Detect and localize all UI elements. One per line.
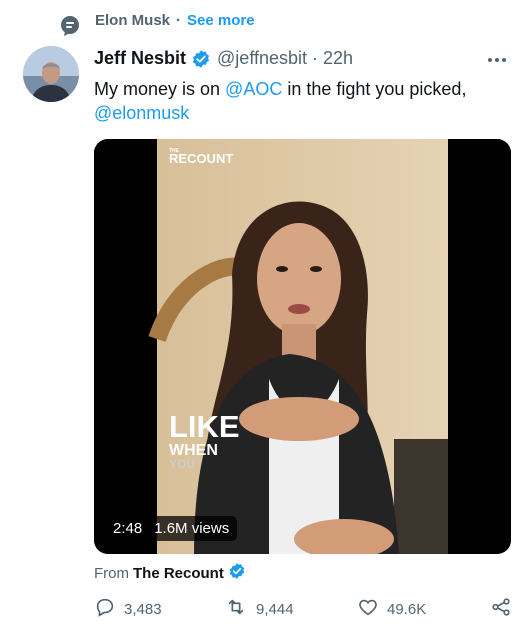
share-button[interactable] xyxy=(490,596,512,622)
verified-badge-icon xyxy=(191,49,211,69)
avatar[interactable] xyxy=(23,46,79,102)
video-stats-badge: 2:48 1.6M views xyxy=(105,516,238,541)
tweet-text: My money is on @AOC in the fight you pic… xyxy=(94,77,514,125)
video-frame: THE RECOUNT LIKE WHEN YOU xyxy=(94,139,511,554)
reply-button[interactable]: 3,483 xyxy=(94,596,162,622)
author-name[interactable]: Jeff Nesbit xyxy=(94,48,186,69)
source-prefix: From xyxy=(94,564,129,582)
action-bar: 3,483 9,444 49.6K xyxy=(94,596,512,620)
video-player[interactable]: THE RECOUNT LIKE WHEN YOU 2:48 1.6M view… xyxy=(94,139,511,554)
author-handle[interactable]: @jeffnesbit xyxy=(217,48,307,69)
tweet-time[interactable]: 22h xyxy=(323,48,353,69)
verified-badge-icon xyxy=(228,562,246,584)
retweet-button[interactable]: 9,444 xyxy=(224,596,294,622)
social-context: Elon Musk · See more xyxy=(60,12,255,36)
mention-link[interactable]: @elonmusk xyxy=(94,103,189,123)
video-views: 1.6M views xyxy=(154,520,230,537)
tweet-text-part: in the fight you picked, xyxy=(282,79,467,99)
share-icon xyxy=(490,596,512,622)
caption-line: YOU xyxy=(169,457,195,471)
like-count: 49.6K xyxy=(387,600,427,618)
source-name[interactable]: The Recount xyxy=(133,565,224,582)
like-button[interactable]: 49.6K xyxy=(357,596,426,622)
tweet-header: Jeff Nesbit @jeffnesbit · 22h xyxy=(94,48,353,69)
see-more-link[interactable]: See more xyxy=(187,12,255,29)
separator-dot: · xyxy=(176,12,182,29)
reply-count: 3,483 xyxy=(124,600,162,618)
speech-bubble-icon xyxy=(57,13,83,43)
separator-dot: · xyxy=(312,48,319,68)
heart-icon xyxy=(357,596,379,622)
retweet-count: 9,444 xyxy=(256,600,294,618)
reply-icon xyxy=(94,596,116,622)
video-duration: 2:48 xyxy=(113,520,143,537)
social-context-name[interactable]: Elon Musk xyxy=(95,12,170,29)
logo-text: RECOUNT xyxy=(169,151,233,166)
caption-line: LIKE xyxy=(169,409,240,444)
more-options-icon[interactable] xyxy=(483,50,511,70)
media-source: From The Recount xyxy=(94,562,246,584)
mention-link[interactable]: @AOC xyxy=(225,79,282,99)
tweet-text-part: My money is on xyxy=(94,79,226,99)
retweet-icon xyxy=(224,596,248,622)
